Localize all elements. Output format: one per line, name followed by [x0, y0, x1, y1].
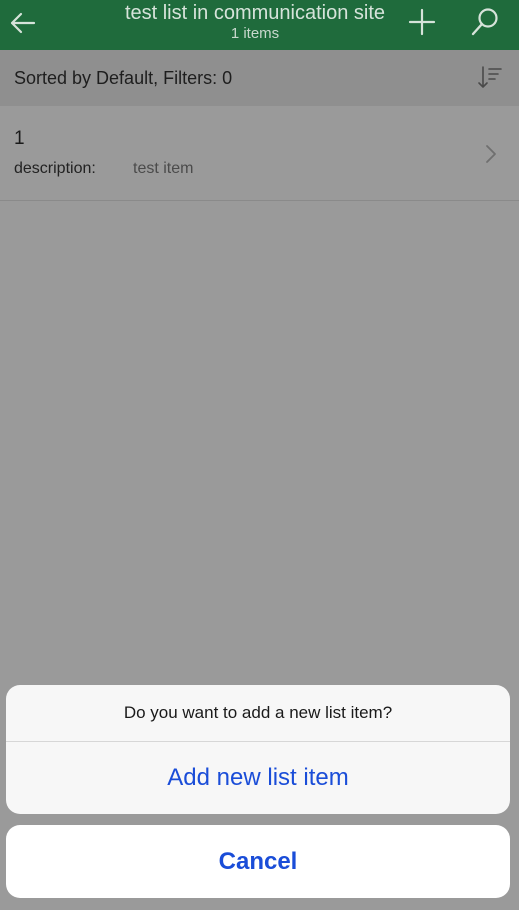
action-sheet-message: Do you want to add a new list item? — [123, 703, 393, 722]
back-arrow-icon[interactable] — [6, 6, 40, 40]
action-sheet: Do you want to add a new list item? Add … — [6, 685, 510, 814]
search-icon[interactable] — [468, 5, 502, 39]
app-header: test list in communication site 1 items — [0, 0, 519, 50]
sort-filter-label: Sorted by Default, Filters: 0 — [14, 68, 233, 88]
sort-icon[interactable] — [476, 64, 504, 92]
plus-icon[interactable] — [405, 5, 439, 39]
list-item-field-value: test item — [133, 160, 194, 177]
chevron-right-icon — [486, 145, 496, 163]
add-new-list-item-button[interactable]: Add new list item — [6, 742, 510, 814]
item-count: 1 items — [230, 25, 280, 42]
list-item[interactable]: 1 description: test item — [0, 106, 519, 201]
sort-filter-bar: Sorted by Default, Filters: 0 — [0, 50, 519, 106]
list-item-field-label: description: — [14, 160, 96, 177]
cancel-button[interactable]: Cancel — [6, 825, 510, 898]
list-item-title: 1 — [14, 128, 25, 149]
page-title: test list in communication site — [124, 2, 386, 24]
